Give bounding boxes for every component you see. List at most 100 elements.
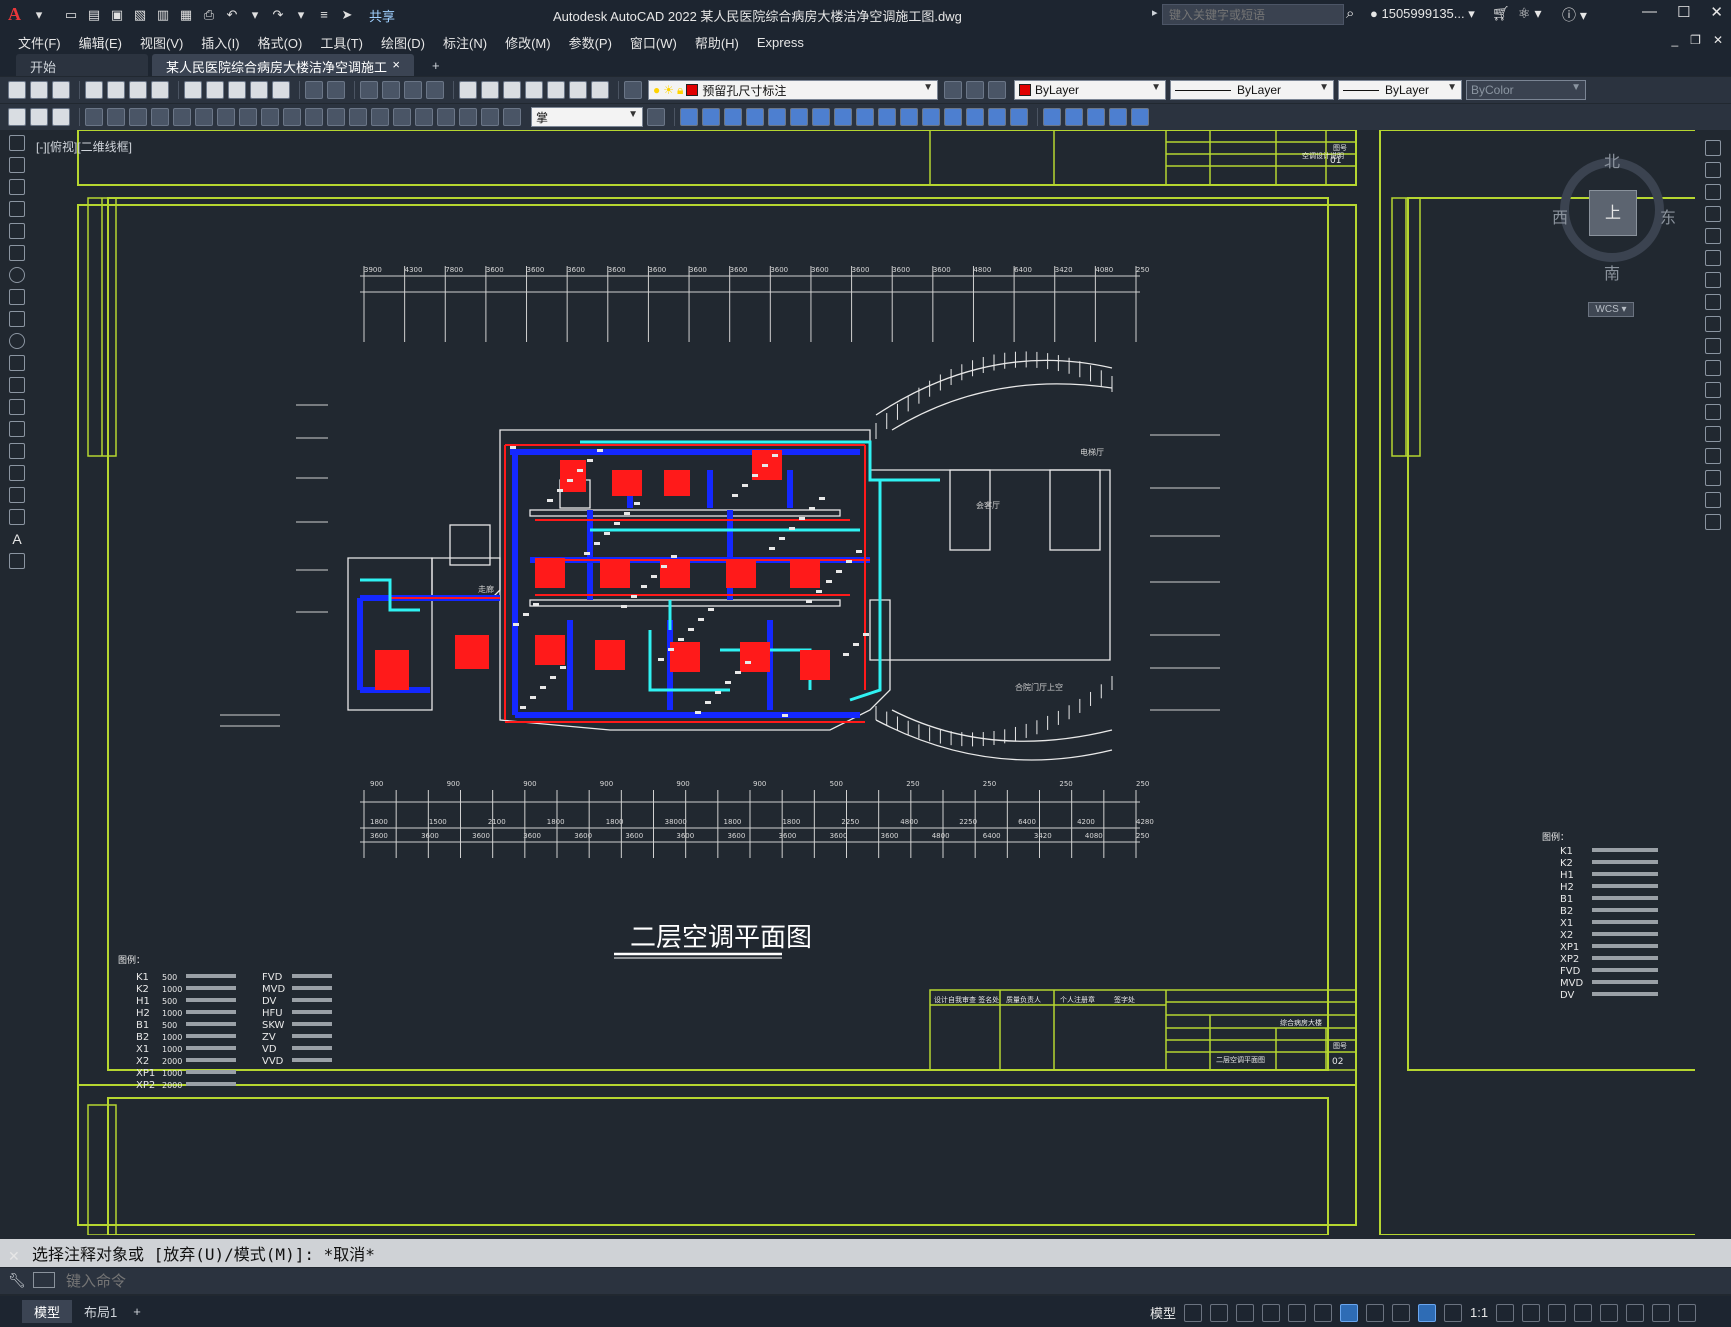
- search-icon[interactable]: ⌕: [1346, 5, 1354, 22]
- move-icon[interactable]: [790, 108, 808, 126]
- line-icon[interactable]: [9, 135, 25, 151]
- block-editor-icon[interactable]: [272, 81, 290, 99]
- array-palette-icon[interactable]: [1705, 228, 1721, 244]
- make-block-icon[interactable]: [9, 399, 25, 415]
- plot-icon[interactable]: ⎙: [200, 6, 218, 24]
- viewcube-top-face[interactable]: 上: [1589, 190, 1637, 236]
- inspect-icon[interactable]: [415, 108, 433, 126]
- make-layer-current-icon[interactable]: [944, 81, 962, 99]
- scale-icon[interactable]: [834, 108, 852, 126]
- maximize-icon[interactable]: ☐: [1677, 3, 1690, 21]
- add-selected-icon[interactable]: [9, 553, 25, 569]
- menu-item[interactable]: Express: [757, 33, 804, 52]
- fillet-icon[interactable]: [988, 108, 1006, 126]
- compass-east[interactable]: 东: [1660, 204, 1676, 228]
- rotate-palette-icon[interactable]: [1705, 272, 1721, 288]
- erase-palette-icon[interactable]: [1705, 140, 1721, 156]
- tool-palettes-icon[interactable]: [503, 81, 521, 99]
- menu-item[interactable]: 窗口(W): [630, 31, 677, 54]
- undo-icon[interactable]: ↶: [223, 6, 241, 24]
- spline-icon[interactable]: [9, 311, 25, 327]
- save-as-icon[interactable]: ▧: [131, 6, 149, 24]
- drawing-canvas[interactable]: 空调设计说明 图号 01 3900 4300 7800 3600 3600 3600 360…: [30, 130, 1695, 1235]
- menu-item[interactable]: 编辑(E): [79, 31, 122, 54]
- dim-break-icon[interactable]: [349, 108, 367, 126]
- layer-previous-icon[interactable]: [966, 81, 984, 99]
- zoom-previous-icon[interactable]: [426, 81, 444, 99]
- doc-restore-icon[interactable]: ❐: [1690, 33, 1701, 47]
- copy-object-icon[interactable]: [702, 108, 720, 126]
- tolerance-icon[interactable]: [371, 108, 389, 126]
- angular-dim-icon[interactable]: [239, 108, 257, 126]
- aligned-dim-icon[interactable]: [107, 108, 125, 126]
- save-web-icon[interactable]: ▦: [177, 6, 195, 24]
- menu-item[interactable]: 视图(V): [140, 31, 183, 54]
- region-icon[interactable]: [9, 487, 25, 503]
- blend-icon[interactable]: [1705, 492, 1721, 508]
- share-button[interactable]: 共享: [369, 6, 395, 25]
- zoom-realtime-icon[interactable]: [382, 81, 400, 99]
- extend-icon[interactable]: [900, 108, 918, 126]
- cart-icon[interactable]: 🛒︎: [1492, 5, 1510, 22]
- auto-scale-icon[interactable]: [1444, 1303, 1463, 1322]
- jogged-linear-icon[interactable]: [437, 108, 455, 126]
- arc-length-icon[interactable]: [129, 108, 147, 126]
- menu-item[interactable]: 帮助(H): [695, 31, 739, 54]
- menu-item[interactable]: 工具(T): [320, 31, 363, 54]
- dim-space-icon[interactable]: [327, 108, 345, 126]
- sheet-set-icon[interactable]: [525, 81, 543, 99]
- draworder-front-icon[interactable]: [1043, 108, 1061, 126]
- break-point-icon[interactable]: [1705, 382, 1721, 398]
- clean-screen-icon[interactable]: [1652, 1303, 1671, 1322]
- copy-icon[interactable]: [206, 81, 224, 99]
- match-properties-icon[interactable]: [250, 81, 268, 99]
- web-mobile-icon[interactable]: ▥: [154, 6, 172, 24]
- join-palette-icon[interactable]: [1705, 426, 1721, 442]
- chamfer-icon[interactable]: [966, 108, 984, 126]
- plotstyle-dropdown[interactable]: ByColor ▼: [1466, 80, 1586, 100]
- scale-palette-icon[interactable]: [1705, 294, 1721, 310]
- undo-dropdown-icon[interactable]: ▾: [246, 6, 264, 24]
- rotate-icon[interactable]: [812, 108, 830, 126]
- polygon-icon[interactable]: [9, 201, 25, 217]
- command-close-icon[interactable]: ✕: [8, 1248, 22, 1264]
- mirror-palette-icon[interactable]: [1705, 184, 1721, 200]
- offset-icon[interactable]: [746, 108, 764, 126]
- compass-west[interactable]: 西: [1552, 204, 1568, 228]
- gradient-icon[interactable]: [9, 465, 25, 481]
- menu-item[interactable]: 标注(N): [443, 31, 487, 54]
- join-icon[interactable]: [944, 108, 962, 126]
- save-file-icon[interactable]: [52, 81, 70, 99]
- autocad-logo-icon[interactable]: A: [8, 4, 30, 26]
- workspace-gear-icon[interactable]: [1496, 1303, 1515, 1322]
- trim-icon[interactable]: [878, 108, 896, 126]
- 3d-dwf-icon[interactable]: [151, 81, 169, 99]
- dim-style-icon[interactable]: [647, 108, 665, 126]
- command-prompt-icon[interactable]: [33, 1272, 55, 1288]
- new-tab-button[interactable]: +: [426, 55, 446, 76]
- wrench-icon[interactable]: 🔧︎: [8, 1272, 26, 1289]
- grid-icon[interactable]: [1184, 1303, 1203, 1322]
- ellipse-arc-icon[interactable]: [9, 355, 25, 371]
- qnew-icon[interactable]: [8, 81, 26, 99]
- tab-close-icon[interactable]: ×: [392, 57, 400, 73]
- stretch-palette-icon[interactable]: [1705, 316, 1721, 332]
- save-icon[interactable]: ▣: [108, 6, 126, 24]
- design-center-icon[interactable]: [481, 81, 499, 99]
- menu-item[interactable]: 修改(M): [505, 31, 551, 54]
- compass-south[interactable]: 南: [1604, 260, 1620, 284]
- ordinate-icon[interactable]: [151, 108, 169, 126]
- open-file-icon[interactable]: [30, 81, 48, 99]
- point-icon[interactable]: [9, 421, 25, 437]
- construction-line-icon[interactable]: [9, 157, 25, 173]
- insert-block-palette-icon[interactable]: [9, 377, 25, 393]
- close-icon[interactable]: ✕: [1710, 3, 1723, 21]
- revision-cloud-icon[interactable]: [9, 289, 25, 305]
- doc-minimize-icon[interactable]: _: [1671, 33, 1678, 47]
- plot-icon[interactable]: [85, 81, 103, 99]
- extend-palette-icon[interactable]: [1705, 360, 1721, 376]
- dim-update-icon[interactable]: [503, 108, 521, 126]
- minimize-icon[interactable]: —: [1642, 3, 1657, 21]
- hardware-accel-icon[interactable]: [1626, 1303, 1645, 1322]
- draworder-back-icon[interactable]: [1065, 108, 1083, 126]
